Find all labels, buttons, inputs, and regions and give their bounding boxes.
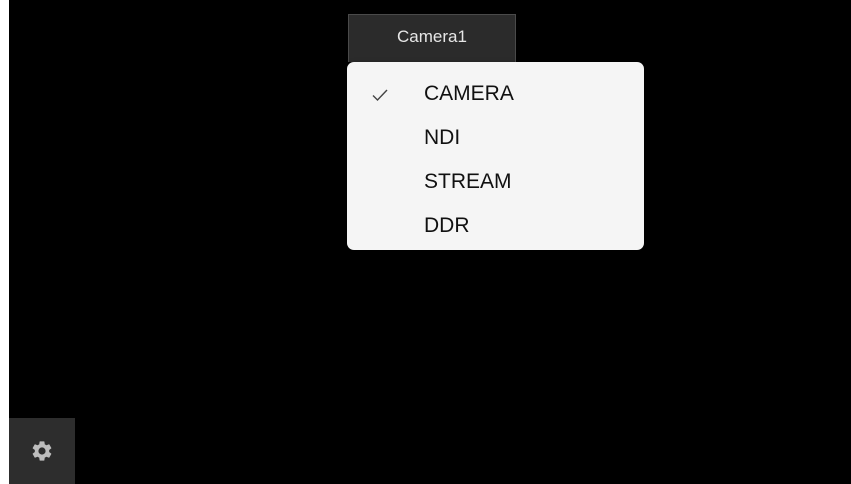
menu-item-label: DDR: [424, 214, 470, 237]
menu-item-ddr[interactable]: DDR: [347, 204, 644, 248]
checkmark-icon: [372, 89, 388, 102]
menu-item-label: CAMERA: [424, 82, 514, 105]
menu-item-label: NDI: [424, 126, 461, 149]
menu-item-camera[interactable]: CAMERA: [347, 72, 644, 116]
menu-item-label: STREAM: [424, 170, 512, 193]
camera-tab-label: Camera1: [397, 26, 467, 46]
source-dropdown-menu: CAMERA NDI STREAM DDR: [347, 62, 644, 250]
menu-item-stream[interactable]: STREAM: [347, 160, 644, 204]
menu-item-ndi[interactable]: NDI: [347, 116, 644, 160]
settings-button[interactable]: [9, 418, 75, 484]
camera-tab-button[interactable]: Camera1: [348, 14, 516, 62]
camera-viewport: Camera1 CAMERA NDI STREAM DDR: [9, 0, 851, 484]
gear-icon: [32, 441, 52, 461]
